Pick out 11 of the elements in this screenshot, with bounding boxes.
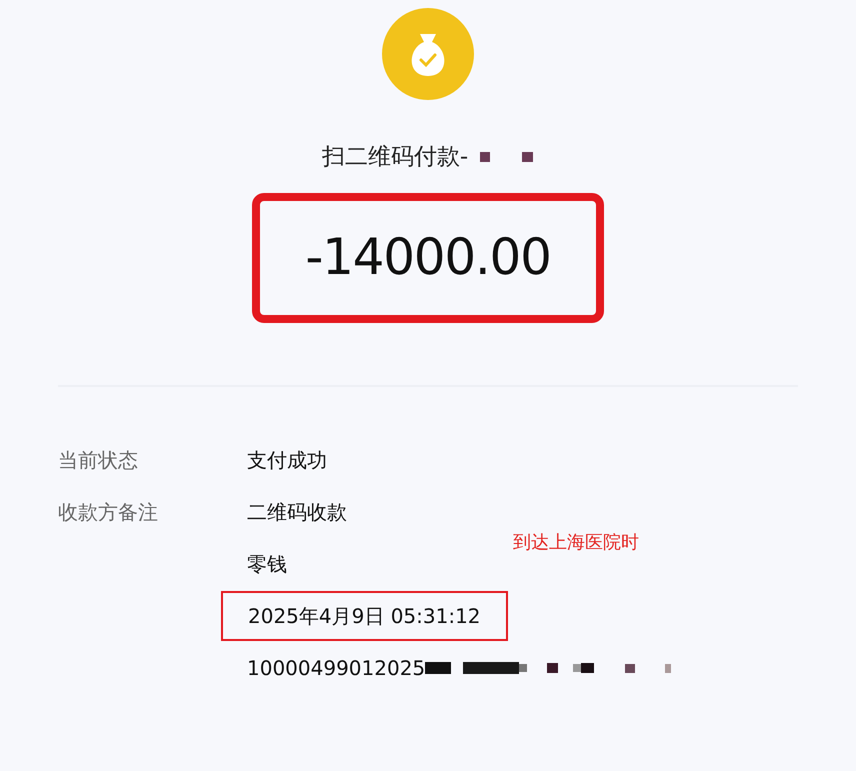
detail-label: 收款方备注 [58,500,158,524]
payment-title: 扫二维码付款- [322,143,468,172]
detail-label: 当前状态 [58,448,138,472]
detail-value: 支付成功 [247,447,327,474]
annotation-note: 到达上海医院时 [513,531,639,555]
detail-value: 10000499012025 [247,655,426,682]
payment-amount: -14000.00 [305,227,551,288]
detail-value: 2025年4月9日 05:31:12 [221,591,508,641]
money-bag-icon [382,8,474,100]
detail-value: 零钱 [247,551,287,578]
detail-value: 二维码收款 [247,499,347,526]
